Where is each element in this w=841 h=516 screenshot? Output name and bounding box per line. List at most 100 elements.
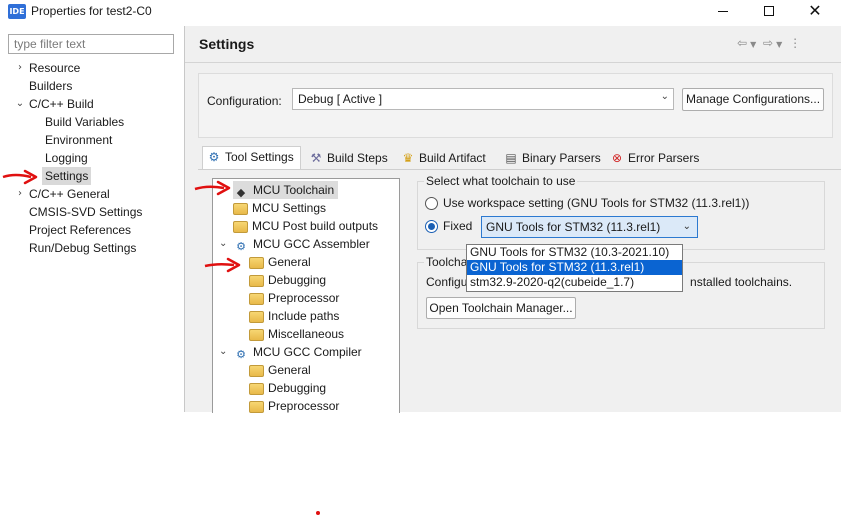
nav-item-label: C/C++ General xyxy=(29,187,110,201)
gear-icon: ⚙ xyxy=(236,240,246,253)
collapse-chevron-icon[interactable]: ⌄ xyxy=(219,235,227,253)
tree-item-label: MCU Settings xyxy=(252,201,327,215)
nav-item-label: Logging xyxy=(45,151,88,165)
nav-item-build-variables[interactable]: Build Variables xyxy=(45,113,124,131)
folder-icon: . xyxy=(249,311,264,323)
gear-icon: ⚙ xyxy=(208,150,220,164)
workspace-setting-radio[interactable] xyxy=(425,197,438,210)
forward-dropdown-icon[interactable]: ▼ xyxy=(776,40,782,49)
tree-item-mcu-post-build[interactable]: . MCU Post build outputs xyxy=(233,217,378,235)
configuration-select[interactable]: Debug [ Active ] ⌄ xyxy=(292,88,674,110)
tree-item-label: Miscellaneous xyxy=(268,327,345,341)
maximize-button[interactable] xyxy=(746,0,792,24)
nav-item-label: C/C++ Build xyxy=(29,97,94,111)
tree-item-mcu-settings[interactable]: . MCU Settings xyxy=(233,199,326,217)
binary-icon: ▤ xyxy=(505,151,517,165)
chip-icon: ◆ xyxy=(236,186,246,199)
configuration-label: Configuration: xyxy=(207,94,282,108)
configuration-value: Debug [ Active ] xyxy=(298,92,383,106)
minimize-button[interactable] xyxy=(700,0,746,24)
hammer-icon: ⚒ xyxy=(310,151,322,165)
dropdown-option-highlighted[interactable]: GNU Tools for STM32 (11.3.rel1) xyxy=(467,260,682,275)
folder-icon: . xyxy=(233,221,248,233)
toolchain-combo-value: GNU Tools for STM32 (11.3.rel1) xyxy=(486,220,661,234)
nav-item-label: Resource xyxy=(29,61,81,75)
forward-arrow-icon[interactable]: ⇨ xyxy=(763,36,773,50)
folder-icon: . xyxy=(249,329,264,341)
group-title: Select what toolchain to use xyxy=(424,174,578,188)
open-toolchain-manager-button[interactable]: Open Toolchain Manager... xyxy=(426,297,576,319)
tree-item-assembler-include-paths[interactable]: . Include paths xyxy=(249,307,339,325)
tree-item-assembler-miscellaneous[interactable]: . Miscellaneous xyxy=(249,325,344,343)
tool-tree: ◆ MCU Toolchain . MCU Settings . MCU Post b… xyxy=(212,178,400,413)
nav-item-run-debug[interactable]: Run/Debug Settings xyxy=(29,239,136,257)
expand-chevron-icon[interactable]: › xyxy=(14,59,26,77)
annotation-arrow-icon xyxy=(194,180,231,196)
tab-tool-settings[interactable]: ⚙ Tool Settings xyxy=(202,146,301,170)
tree-item-compiler-debugging[interactable]: . Debugging xyxy=(249,379,326,397)
tab-label: Build Artifact xyxy=(419,151,486,165)
collapse-chevron-icon[interactable]: ⌄ xyxy=(219,343,227,361)
header-divider xyxy=(185,62,841,63)
annotation-dot xyxy=(316,511,320,515)
dropdown-option[interactable]: stm32.9-2020-q2(cubeide_1.7) xyxy=(467,275,682,290)
tab-build-artifact[interactable]: ♛ Build Artifact xyxy=(397,148,492,169)
nav-item-label: Run/Debug Settings xyxy=(29,241,137,255)
manage-configurations-button[interactable]: Manage Configurations... xyxy=(682,88,824,111)
tree-item-assembler-general[interactable]: . General xyxy=(249,253,311,271)
expand-chevron-icon[interactable]: › xyxy=(14,185,26,203)
back-dropdown-icon[interactable]: ▼ xyxy=(750,40,756,49)
nav-item-label: CMSIS-SVD Settings xyxy=(29,205,143,219)
close-button[interactable]: ✕ xyxy=(792,0,838,24)
tree-item-assembler-preprocessor[interactable]: . Preprocessor xyxy=(249,289,339,307)
nav-item-project-references[interactable]: Project References xyxy=(29,221,131,239)
dropdown-option[interactable]: GNU Tools for STM32 (10.3-2021.10) xyxy=(467,245,682,260)
tree-item-label: MCU GCC Assembler xyxy=(253,237,370,251)
description-end: nstalled toolchains. xyxy=(690,275,793,289)
ide-app-icon: IDE xyxy=(8,4,26,19)
nav-item-cpp-general[interactable]: › C/C++ General xyxy=(18,185,110,203)
error-icon: ⊗ xyxy=(611,151,623,165)
tree-item-compiler-preprocessor[interactable]: . Preprocessor xyxy=(249,397,339,413)
folder-icon: . xyxy=(249,365,264,377)
tab-binary-parsers[interactable]: ▤ Binary Parsers xyxy=(500,148,607,169)
nav-item-logging[interactable]: Logging xyxy=(45,149,88,167)
tab-label: Tool Settings xyxy=(225,150,294,164)
chevron-down-icon: ⌄ xyxy=(682,221,691,232)
tab-build-steps[interactable]: ⚒ Build Steps xyxy=(305,148,394,169)
folder-icon: . xyxy=(249,383,264,395)
filter-input[interactable]: type filter text xyxy=(8,34,174,54)
nav-item-builders[interactable]: Builders xyxy=(29,77,72,95)
annotation-arrow-icon xyxy=(2,169,38,185)
tree-item-assembler-debugging[interactable]: . Debugging xyxy=(249,271,326,289)
toolchain-combo[interactable]: GNU Tools for STM32 (11.3.rel1) ⌄ xyxy=(481,216,698,238)
tree-item-label: Preprocessor xyxy=(268,291,340,305)
nav-item-settings[interactable]: Settings xyxy=(42,167,92,185)
fixed-radio[interactable] xyxy=(425,220,438,233)
back-arrow-icon[interactable]: ⇦ xyxy=(737,36,747,50)
nav-item-environment[interactable]: Environment xyxy=(45,131,112,149)
maximize-icon xyxy=(764,6,774,16)
tree-item-label: General xyxy=(268,363,311,377)
workspace-setting-label[interactable]: Use workspace setting (GNU Tools for STM… xyxy=(443,196,749,210)
folder-icon: . xyxy=(249,257,264,269)
minimize-icon xyxy=(718,10,728,12)
trophy-icon: ♛ xyxy=(402,151,414,165)
folder-icon: . xyxy=(249,293,264,305)
tree-item-mcu-gcc-compiler[interactable]: ⌄ ⚙ MCU GCC Compiler xyxy=(219,343,362,361)
fixed-label[interactable]: Fixed xyxy=(443,219,472,233)
nav-item-resource[interactable]: › Resource xyxy=(18,59,81,77)
property-page-tree: type filter text › Resource Builders ⌄ C… xyxy=(0,26,184,412)
tree-item-compiler-general[interactable]: . General xyxy=(249,361,311,379)
tree-item-label: Preprocessor xyxy=(268,399,340,413)
tree-item-mcu-toolchain[interactable]: ◆ MCU Toolchain xyxy=(233,181,339,199)
nav-item-cmsis-svd[interactable]: CMSIS-SVD Settings xyxy=(29,203,142,221)
page-title: Settings xyxy=(199,36,255,52)
tab-error-parsers[interactable]: ⊗ Error Parsers xyxy=(606,148,705,169)
more-vertical-icon[interactable]: ⋮ xyxy=(789,36,801,50)
nav-item-label: Builders xyxy=(29,79,73,93)
nav-item-label: Build Variables xyxy=(45,115,125,129)
tree-item-mcu-gcc-assembler[interactable]: ⌄ ⚙ MCU GCC Assembler xyxy=(219,235,370,253)
collapse-chevron-icon[interactable]: ⌄ xyxy=(14,95,26,113)
nav-item-cpp-build[interactable]: ⌄ C/C++ Build xyxy=(16,95,94,113)
